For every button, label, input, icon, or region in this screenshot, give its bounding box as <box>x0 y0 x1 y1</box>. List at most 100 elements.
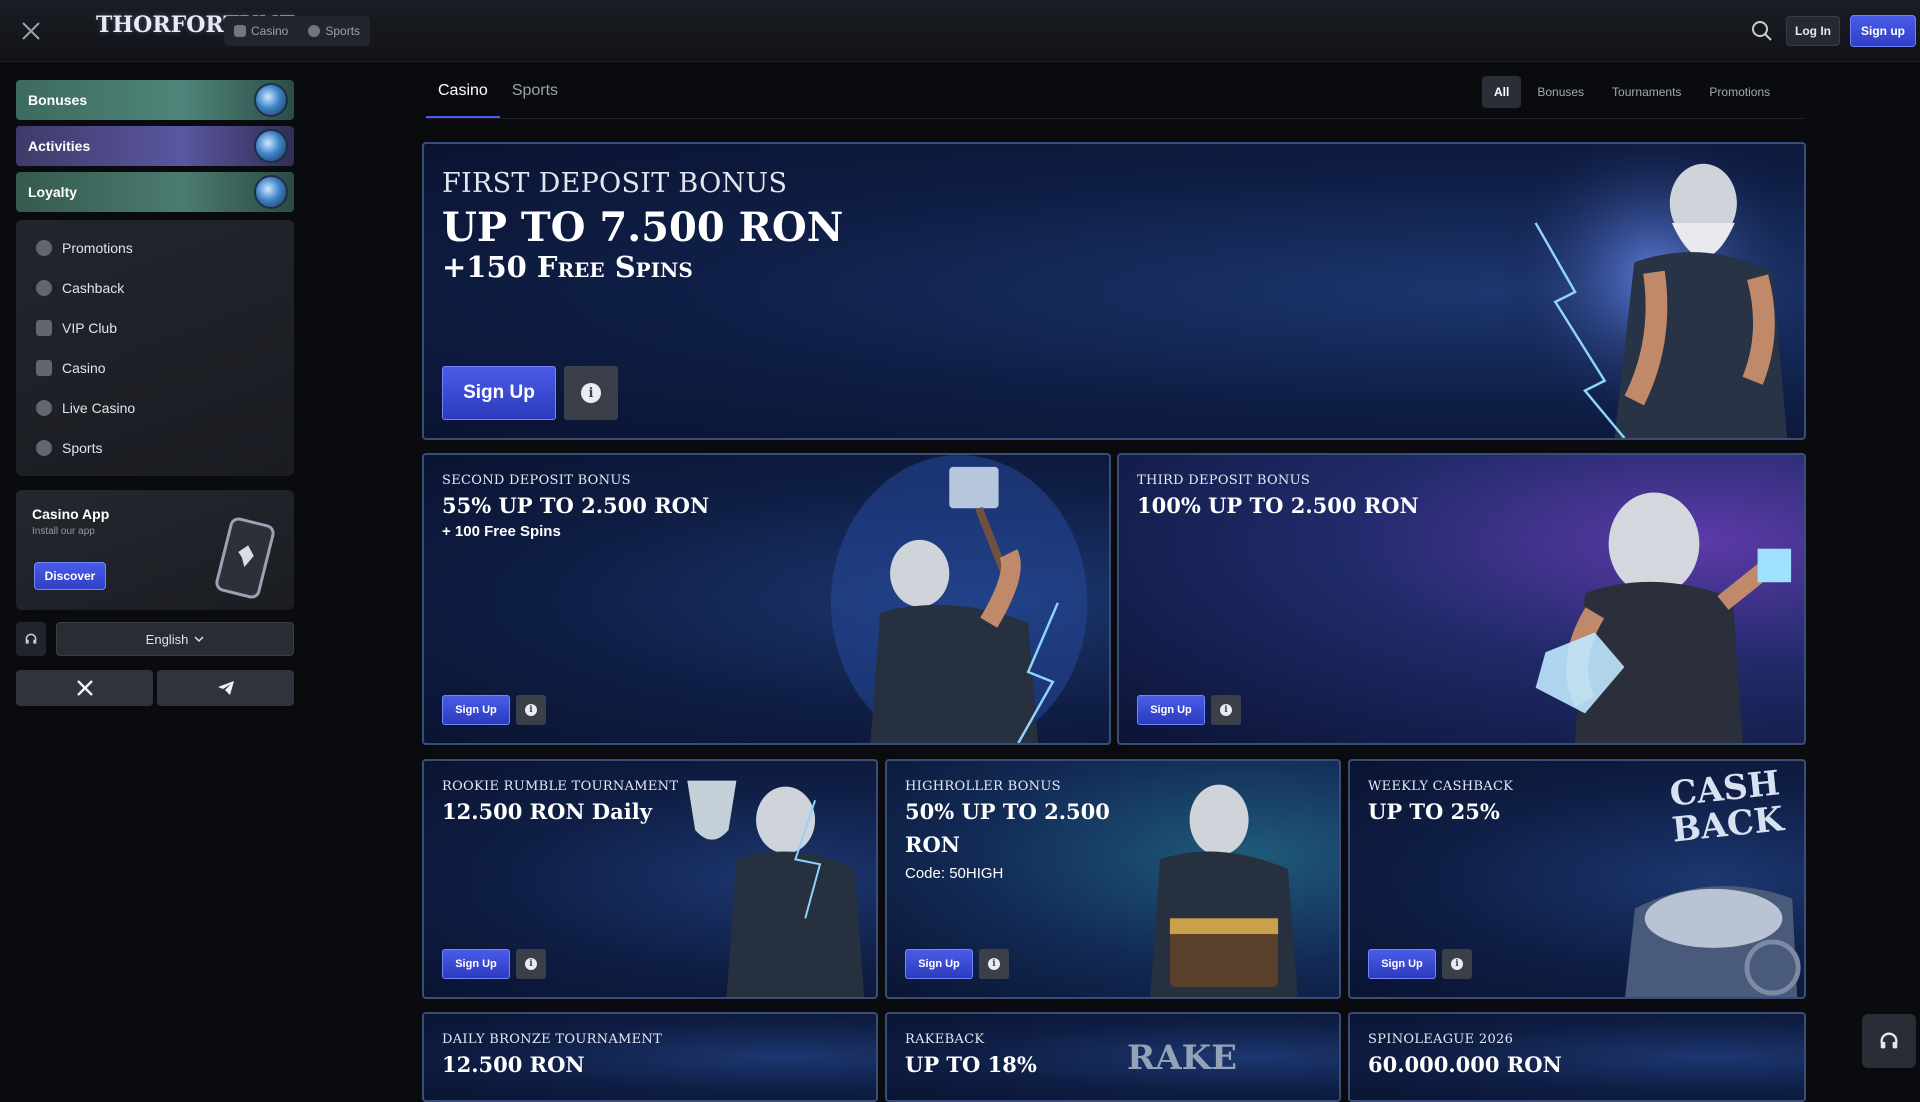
card-subtitle: +150 Free Spins <box>442 250 693 284</box>
card-title: UP TO 25% <box>1368 799 1500 824</box>
promotions-icon <box>36 240 52 256</box>
promo-card-spinoleague[interactable]: SPINOLEAGUE 2026 60.000.000 RON <box>1348 1012 1806 1102</box>
support-headset-icon[interactable] <box>1862 1014 1916 1068</box>
sidebar-item-label: VIP Club <box>62 320 117 336</box>
thor-diamond-illustration <box>1535 492 1792 743</box>
card-title: UP TO 7.500 RON <box>442 204 844 251</box>
chevron-down-icon <box>194 632 204 647</box>
top-tab-label: Casino <box>251 24 289 38</box>
promo-card-daily-bronze[interactable]: DAILY BRONZE TOURNAMENT 12.500 RON <box>422 1012 878 1102</box>
info-button[interactable]: i <box>516 695 546 725</box>
crown-icon <box>36 320 52 336</box>
top-nav-tabs: Casino Sports <box>224 16 371 46</box>
card-title: 55% UP TO 2.500 RON <box>442 493 710 518</box>
filter-tournaments[interactable]: Tournaments <box>1600 76 1693 108</box>
sidebar-item-vip-club[interactable]: VIP Club <box>16 308 294 348</box>
top-tab-label: Sports <box>325 24 361 38</box>
filter-promotions[interactable]: Promotions <box>1697 76 1782 108</box>
thor-trophy-illustration <box>687 780 865 997</box>
card-label: ROOKIE RUMBLE TOURNAMENT <box>442 779 679 794</box>
promo-card-weekly-cashback[interactable]: CASH BACK WEEKLY CASHBACK UP TO 25% Sign… <box>1348 759 1806 999</box>
promo-card-rakeback[interactable]: RAKE RAKEBACK UP TO 18% <box>885 1012 1341 1102</box>
card-label: DAILY BRONZE TOURNAMENT <box>442 1032 663 1047</box>
promo-card-rookie-rumble[interactable]: ROOKIE RUMBLE TOURNAMENT 12.500 RON Dail… <box>422 759 878 999</box>
tab-casino[interactable]: Casino <box>426 76 500 118</box>
info-button[interactable]: i <box>1211 695 1241 725</box>
activities-badge-icon <box>254 129 288 163</box>
casino-app-card: Casino App Install our app Discover <box>16 490 294 610</box>
casino-icon <box>36 360 52 376</box>
cashback-cart-illustration <box>1625 886 1801 997</box>
bonuses-badge-icon <box>254 83 288 117</box>
signup-button[interactable]: Sign Up <box>442 949 510 979</box>
sidebar-item-label: Bonuses <box>28 92 88 108</box>
card-title: 100% UP TO 2.500 RON <box>1137 493 1419 518</box>
sidebar-item-casino[interactable]: Casino <box>16 348 294 388</box>
sports-icon <box>36 440 52 456</box>
signup-button[interactable]: Sign Up <box>905 949 973 979</box>
thor-treasure-illustration <box>1150 784 1298 997</box>
info-button[interactable]: i <box>1442 949 1472 979</box>
card-title: UP TO 18% <box>905 1052 1037 1077</box>
sidebar-item-loyalty[interactable]: Loyalty <box>16 172 294 212</box>
login-button[interactable]: Log In <box>1786 16 1840 46</box>
language-value: English <box>145 631 189 647</box>
sidebar-item-label: Activities <box>28 138 91 154</box>
sidebar-item-promotions[interactable]: Promotions <box>16 228 294 268</box>
sidebar-item-label: Live Casino <box>62 400 136 416</box>
promo-card-third-deposit[interactable]: THIRD DEPOSIT BONUS 100% UP TO 2.500 RON… <box>1117 453 1806 745</box>
sidebar-item-activities[interactable]: Activities <box>16 126 294 166</box>
card-subtitle: Code: 50HIGH <box>905 865 1004 882</box>
signup-button[interactable]: Sign Up <box>1137 695 1205 725</box>
sidebar-item-label: Loyalty <box>28 184 78 200</box>
discover-button[interactable]: Discover <box>34 562 106 590</box>
promo-card-highroller[interactable]: HIGHROLLER BONUS 50% UP TO 2.500 RON Cod… <box>885 759 1341 999</box>
sidebar-item-bonuses[interactable]: Bonuses <box>16 80 294 120</box>
support-headset-icon[interactable] <box>16 622 46 656</box>
rake-art-text: RAKE <box>1127 1038 1238 1078</box>
sidebar-item-live-casino[interactable]: Live Casino <box>16 388 294 428</box>
tab-sports[interactable]: Sports <box>500 76 570 118</box>
tabs-divider <box>426 118 1804 119</box>
info-button[interactable]: i <box>564 366 618 420</box>
filter-tabs: All Bonuses Tournaments Promotions <box>1482 76 1782 108</box>
thor-hammer-illustration <box>830 455 1088 743</box>
thor-lightning-illustration <box>1506 144 1802 438</box>
language-select[interactable]: English <box>56 622 294 656</box>
card-label: RAKEBACK <box>905 1032 985 1047</box>
card-title: 12.500 RON Daily <box>442 799 652 824</box>
top-tab-sports[interactable]: Sports <box>298 16 370 46</box>
casino-icon <box>234 25 246 37</box>
top-tab-casino[interactable]: Casino <box>224 16 298 46</box>
x-twitter-icon[interactable] <box>16 670 153 706</box>
card-subtitle: + 100 Free Spins <box>442 523 561 540</box>
filter-all[interactable]: All <box>1482 76 1522 108</box>
signup-button[interactable]: Sign up <box>1850 15 1916 47</box>
loyalty-badge-icon <box>254 175 288 209</box>
telegram-icon[interactable] <box>157 670 294 706</box>
main-tabs: Casino Sports <box>426 76 570 118</box>
info-button[interactable]: i <box>979 949 1009 979</box>
info-icon: i <box>525 958 537 970</box>
signup-button[interactable]: Sign Up <box>1368 949 1436 979</box>
info-icon: i <box>525 704 537 716</box>
promo-card-second-deposit[interactable]: SECOND DEPOSIT BONUS 55% UP TO 2.500 RON… <box>422 453 1111 745</box>
promo-card-first-deposit[interactable]: First Deposit Bonus UP TO 7.500 RON +150… <box>422 142 1806 440</box>
info-button[interactable]: i <box>516 949 546 979</box>
signup-button[interactable]: Sign Up <box>442 366 556 420</box>
signup-button[interactable]: Sign Up <box>442 695 510 725</box>
card-title: 60.000.000 RON <box>1368 1052 1562 1077</box>
search-icon[interactable] <box>1750 19 1774 43</box>
sidebar-item-label: Sports <box>62 440 103 456</box>
card-title: 12.500 RON <box>442 1052 585 1077</box>
sports-icon <box>308 25 321 37</box>
sidebar: Bonuses Activities Loyalty Promotions Ca… <box>16 80 294 706</box>
sidebar-item-label: Casino <box>62 360 106 376</box>
sidebar-item-sports[interactable]: Sports <box>16 428 294 468</box>
close-icon[interactable] <box>18 18 44 44</box>
card-label: THIRD DEPOSIT BONUS <box>1137 473 1311 488</box>
info-icon: i <box>581 383 601 403</box>
sidebar-item-cashback[interactable]: Cashback <box>16 268 294 308</box>
cashback-icon <box>36 280 52 296</box>
filter-bonuses[interactable]: Bonuses <box>1525 76 1596 108</box>
